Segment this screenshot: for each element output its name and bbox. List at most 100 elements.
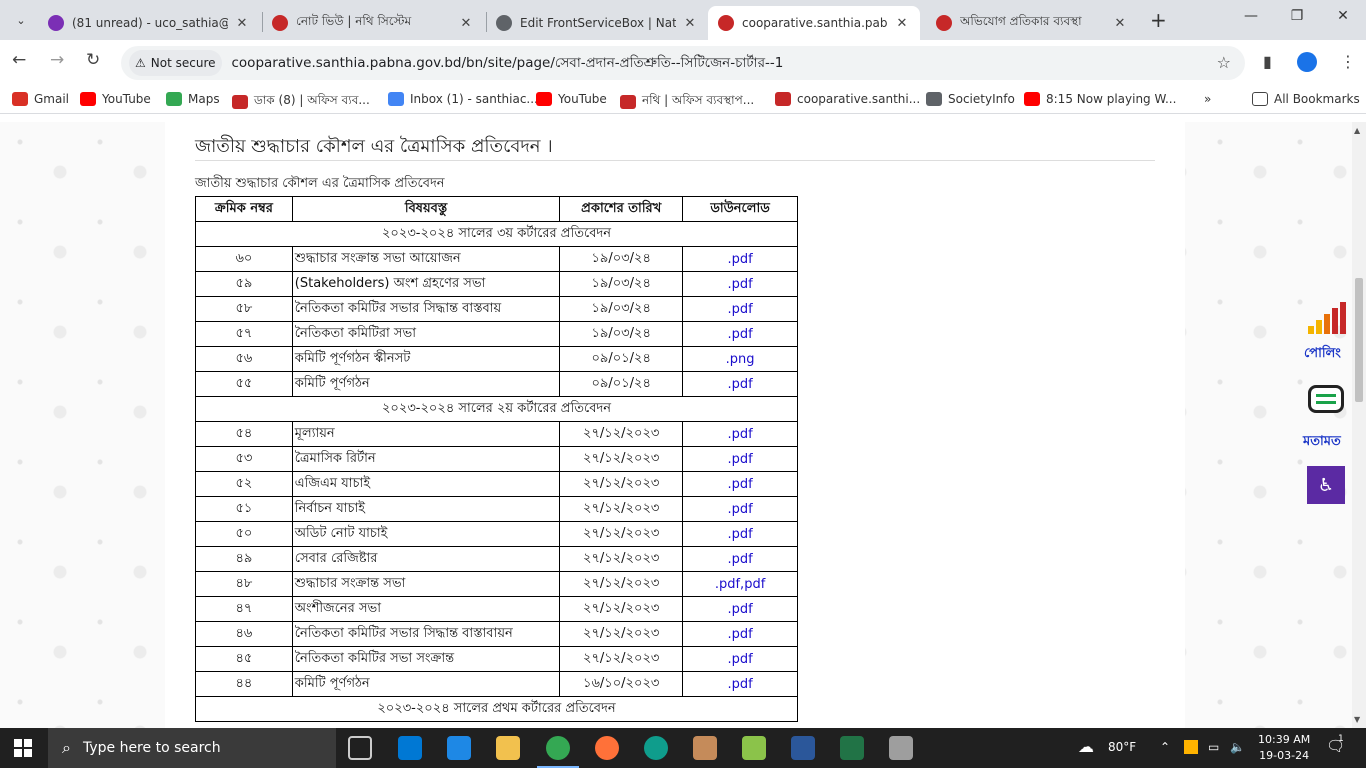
security-chip[interactable]: ⚠ Not secure <box>129 50 222 76</box>
word-icon[interactable] <box>791 736 815 760</box>
tab-close-icon[interactable]: ✕ <box>1112 16 1128 31</box>
download-link[interactable]: .pdf <box>682 446 798 472</box>
taskbar-search-box[interactable]: ⌕ Type here to search <box>48 728 336 768</box>
browser-tab[interactable]: cooparative.santhia.pabna.g ✕ <box>708 6 920 40</box>
serial-cell: ৫৩ <box>195 446 293 472</box>
profile-avatar[interactable] <box>1297 52 1317 72</box>
bookmark-item[interactable]: SocietyInfo <box>926 92 1015 106</box>
address-bar[interactable]: ⚠ Not secure cooparative.santhia.pabna.g… <box>121 46 1245 80</box>
url-text[interactable]: cooparative.santhia.pabna.gov.bd/bn/site… <box>232 52 784 75</box>
feedback-label[interactable]: মতামত <box>1303 432 1341 453</box>
notepad-app-icon[interactable] <box>742 736 766 760</box>
browser-tab[interactable]: অভিযোগ প্রতিকার ব্যবস্থা ✕ <box>926 6 1138 40</box>
network-app-icon[interactable] <box>889 736 913 760</box>
serial-cell: ৪৯ <box>195 546 293 572</box>
tab-strip: ⌄ (81 unread) - uco_sathia@ya ✕ নোট ভিউ | … <box>0 0 1366 40</box>
download-link[interactable]: .pdf <box>682 421 798 447</box>
download-link[interactable]: .pdf <box>682 621 798 647</box>
divider <box>195 160 1155 161</box>
download-link[interactable]: .pdf <box>682 496 798 522</box>
col-date: প্রকাশের তারিখ <box>559 196 684 222</box>
download-link[interactable]: .pdf <box>682 246 798 272</box>
download-link[interactable]: .pdf <box>682 471 798 497</box>
bookmark-item[interactable]: Inbox (1) - santhiac... <box>388 92 538 106</box>
excel-icon[interactable] <box>840 736 864 760</box>
bookmark-item[interactable]: cooparative.santhi... <box>775 92 920 106</box>
table-caption: জাতীয় শুদ্ধাচার কৌশল এর ত্রৈমাসিক প্রতি… <box>195 176 445 191</box>
chrome-icon[interactable] <box>537 736 579 768</box>
edge-icon[interactable] <box>644 736 668 760</box>
download-link[interactable]: .pdf <box>682 271 798 297</box>
table-row: ৫০ অডিট নোট যাচাই ২৭/১২/২০২৩ .pdf <box>195 521 798 547</box>
bookmarks-overflow-icon[interactable]: » <box>1204 92 1211 106</box>
task-view-icon[interactable] <box>348 736 372 760</box>
download-link[interactable]: .pdf <box>682 546 798 572</box>
reload-icon[interactable]: ↻ <box>86 50 100 70</box>
tray-app-icon[interactable] <box>1184 740 1198 754</box>
download-link[interactable]: .png <box>682 346 798 372</box>
file-explorer-icon[interactable] <box>496 736 520 760</box>
bookmark-item[interactable]: Maps <box>166 92 220 106</box>
show-hidden-icons-icon[interactable]: ⌃ <box>1160 740 1170 754</box>
all-bookmarks-label: All Bookmarks <box>1274 92 1360 106</box>
download-link[interactable]: .pdf,pdf <box>682 571 798 597</box>
scroll-thumb[interactable] <box>1355 278 1363 402</box>
folder-icon <box>1252 92 1268 106</box>
section-row: ২০২৩-২০২৪ সালের ২য় কর্টারের প্রতিবেদন <box>195 396 798 422</box>
subject-cell: সেবার রেজিষ্টার <box>291 546 561 572</box>
bookmark-item[interactable]: নথি | অফিস ব্যবস্থাপ... <box>620 92 754 112</box>
menu-kebab-icon[interactable]: ⋮ <box>1340 52 1356 71</box>
tab-search-chevron-icon[interactable]: ⌄ <box>8 7 34 33</box>
side-panel-icon[interactable]: ▮ <box>1263 52 1272 71</box>
photo-app-icon[interactable] <box>693 736 717 760</box>
windows-start-icon[interactable] <box>14 739 32 757</box>
browser-tab[interactable]: নোট ভিউ | নথি সিস্টেম ✕ <box>262 6 484 40</box>
bookmark-item[interactable]: 8:15 Now playing W... <box>1024 92 1176 106</box>
restore-icon[interactable]: ❐ <box>1274 8 1320 24</box>
bookmark-star-icon[interactable]: ☆ <box>1217 53 1231 72</box>
download-link[interactable]: .pdf <box>682 521 798 547</box>
tab-close-icon[interactable]: ✕ <box>682 16 698 31</box>
scroll-down-icon[interactable]: ▼ <box>1354 715 1360 724</box>
scroll-up-icon[interactable]: ▲ <box>1354 126 1360 135</box>
subject-cell: শুদ্ধাচার সংক্রান্ত সভা <box>291 571 561 597</box>
section-title: ২০২৩-২০২৪ সালের ২য় কর্টারের প্রতিবেদন <box>195 396 798 422</box>
download-link[interactable]: .pdf <box>682 296 798 322</box>
bookmark-item[interactable]: YouTube <box>536 92 607 106</box>
bookmark-favicon-icon <box>232 95 248 109</box>
feedback-chat-icon[interactable] <box>1308 385 1344 413</box>
network-icon[interactable]: ▭ <box>1208 740 1219 754</box>
bookmark-item[interactable]: ডাক (8) | অফিস ব্যব... <box>232 92 370 112</box>
microsoft-store-icon[interactable] <box>398 736 422 760</box>
browser-tab[interactable]: Edit FrontServiceBox | Natio ✕ <box>486 6 708 40</box>
browser-tab[interactable]: (81 unread) - uco_sathia@ya ✕ <box>38 6 260 40</box>
weather-temp[interactable]: 80°F <box>1108 740 1136 754</box>
volume-icon[interactable]: 🔈 <box>1230 740 1245 754</box>
download-link[interactable]: .pdf <box>682 596 798 622</box>
subject-cell: নৈতিকতা কমিটির সভা সংক্রান্ত <box>291 646 561 672</box>
section-title: ২০২৩-২০২৪ সালের প্রথম কর্টারের প্রতিবেদন <box>195 696 798 722</box>
tab-close-icon[interactable]: ✕ <box>894 16 910 31</box>
tab-close-icon[interactable]: ✕ <box>458 16 474 31</box>
close-window-icon[interactable]: ✕ <box>1320 8 1366 24</box>
mail-icon[interactable] <box>447 736 471 760</box>
taskbar-clock[interactable]: 10:39 AM 19-03-24 <box>1258 732 1310 764</box>
bookmark-item[interactable]: YouTube <box>80 92 151 106</box>
forward-arrow-icon[interactable]: → <box>50 50 64 70</box>
new-tab-plus-icon[interactable]: + <box>1150 8 1167 32</box>
tab-close-icon[interactable]: ✕ <box>234 16 250 31</box>
bookmark-item[interactable]: Gmail <box>12 92 69 106</box>
weather-cloud-icon[interactable]: ☁ <box>1078 737 1094 756</box>
download-link[interactable]: .pdf <box>682 371 798 397</box>
download-link[interactable]: .pdf <box>682 321 798 347</box>
back-arrow-icon[interactable]: ← <box>12 50 26 70</box>
date-cell: ২৭/১২/২০২৩ <box>559 471 684 497</box>
all-bookmarks-button[interactable]: All Bookmarks <box>1252 92 1360 106</box>
bookmark-label: Gmail <box>34 92 70 106</box>
minimize-icon[interactable]: — <box>1228 8 1274 24</box>
download-link[interactable]: .pdf <box>682 646 798 672</box>
page-scrollbar[interactable]: ▲ ▼ <box>1352 122 1366 728</box>
firefox-icon[interactable] <box>595 736 619 760</box>
download-link[interactable]: .pdf <box>682 671 798 697</box>
accessibility-icon[interactable]: ♿ <box>1307 466 1345 504</box>
